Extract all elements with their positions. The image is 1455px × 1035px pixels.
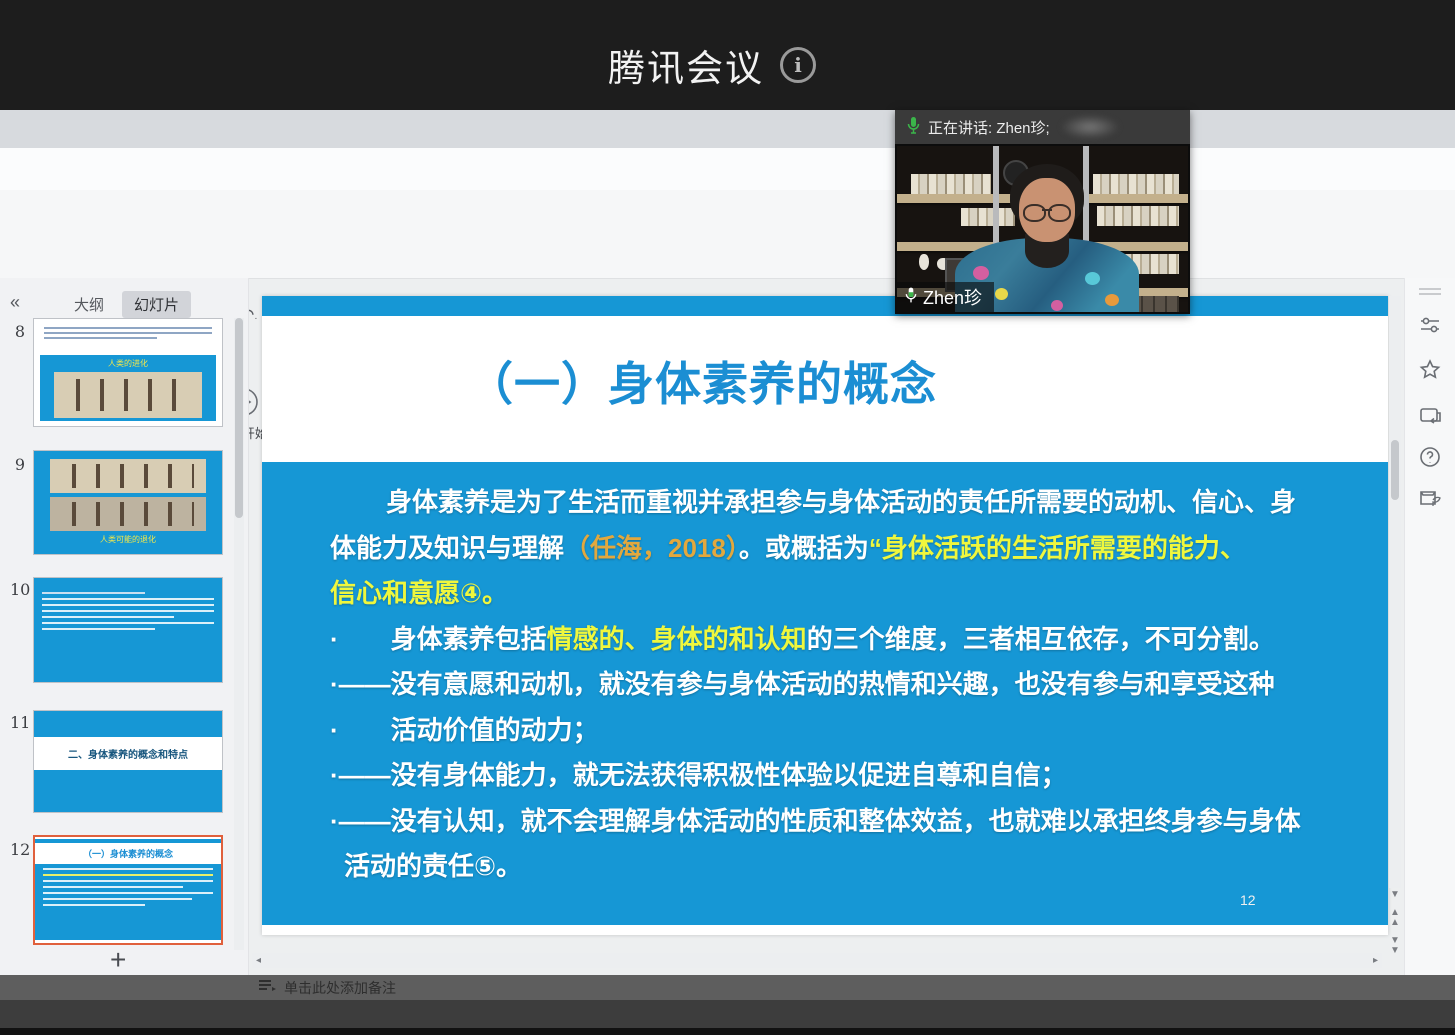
notes-placeholder: 单击此处添加备注 [284,978,396,998]
meeting-title: 腾讯会议 [608,38,764,92]
thumb-number: 8 [10,322,30,341]
slide-canvas[interactable]: （一）身体素养的概念 身体素养是为了生活而重视并承担参与身体活动的责任所需要的动… [262,296,1388,935]
tab-slides[interactable]: 幻灯片 [122,291,191,318]
slide-thumbnail-12-selected[interactable]: （一）身体素养的概念 [33,835,223,945]
loop-replay-icon[interactable] [1418,404,1442,432]
speaking-label: 正在讲话: Zhen珍; [928,117,1050,138]
notes-bar[interactable]: 单击此处添加备注 [0,975,1455,1000]
meeting-info-icon[interactable]: i [780,47,816,83]
meeting-titlebar: 腾讯会议 i [0,0,1455,110]
blurred-text [1060,115,1120,139]
mic-icon [905,286,917,309]
slide-body-text: 身体素养是为了生活而重视并承担参与身体活动的责任所需要的动机、信心、身 体能力及… [330,480,1340,890]
right-tool-rail [1404,278,1455,1000]
panel-scrollbar-thumb[interactable] [235,318,243,518]
thumb9-caption: 人类可能的退化 [34,534,222,545]
thumb-number: 9 [10,455,30,474]
slide-title: （一）身体素养的概念 [467,348,937,414]
slide-thumbnail-11[interactable]: 二、身体素养的概念和特点 [33,710,223,813]
thumb8-caption: 人类的进化 [40,358,216,369]
speaker-glasses [1023,204,1071,220]
slide-body: 身体素养是为了生活而重视并承担参与身体活动的责任所需要的动机、信心、身 体能力及… [262,462,1388,925]
slide-vscrollbar[interactable] [1389,296,1401,888]
menubar: 文件 ∨ ↶· ↷ ⌄ 开始 插入 设计 切换 动画 放映 审阅 视图 开发工具… [0,148,1455,191]
tab-outline[interactable]: 大纲 [74,294,104,315]
statusbar: 幻灯片 12 / 41 带状 T? 缺失字体 S 中 ’ 智能美化 ▲ 备注˙ … [0,1000,1455,1028]
bottom-edge [0,1028,1455,1035]
speaker-name-chip: Zhen珍 [897,282,994,312]
speaker-video[interactable]: Zhen珍 [895,144,1190,314]
slide-vscrollbar-thumb[interactable] [1391,440,1399,500]
rail-handle[interactable] [1419,288,1441,290]
meeting-video-overlay[interactable]: 正在讲话: Zhen珍; [895,110,1190,314]
slide-thumbnail-10[interactable] [33,577,223,683]
mic-icon [907,116,920,138]
scroll-left-icon[interactable]: ◂ [256,956,261,966]
thumb11-title: 二、身体素养的概念和特点 [34,746,222,761]
panel-scrollbar[interactable] [234,318,244,950]
help-icon[interactable] [1419,446,1441,474]
effects-star-icon[interactable] [1418,358,1442,388]
app-window: 腾讯会议 i 首页 稻壳 P 身体素养培育...幼儿体育发展 × + 1 访客登… [0,0,1455,1035]
slide-hscrollbar[interactable]: ◂ ▸ [252,953,1382,968]
scroll-down-icon[interactable]: ▼ [1390,890,1400,900]
scroll-right-icon[interactable]: ▸ [1373,956,1378,966]
notes-icon [258,978,276,997]
thumb-number: 11 [10,713,30,732]
slide-thumbnail-9[interactable]: 人类可能的退化 [33,450,223,555]
add-slide-button[interactable]: + [110,944,126,976]
speaking-banner: 正在讲话: Zhen珍; [895,110,1190,144]
wps-tabbar: 首页 稻壳 P 身体素养培育...幼儿体育发展 × + 1 访客登录 × [0,110,1455,148]
previous-slide-icon[interactable]: ▲▲ [1390,908,1400,928]
slide-page-number: 12 [1240,892,1256,908]
slide-top-strip [262,296,1388,316]
collapse-panel-button[interactable]: « [10,292,20,313]
slide-thumbnail-8[interactable]: 人类的进化 [33,318,223,427]
thumb-number: 10 [10,580,30,599]
settings-sliders-icon[interactable] [1419,314,1441,342]
thumb12-title: （一）身体素养的概念 [35,847,221,860]
speaker-name: Zhen珍 [923,284,982,310]
ribbon: 粘贴˙ 剪切 复制 格式刷 当页开始˙ 新建幻灯片 版式˙ [0,190,1455,279]
eco-card-icon[interactable] [1418,488,1442,516]
next-slide-icon[interactable]: ▼▼ [1390,936,1400,956]
thumb-number: 12 [10,840,30,859]
